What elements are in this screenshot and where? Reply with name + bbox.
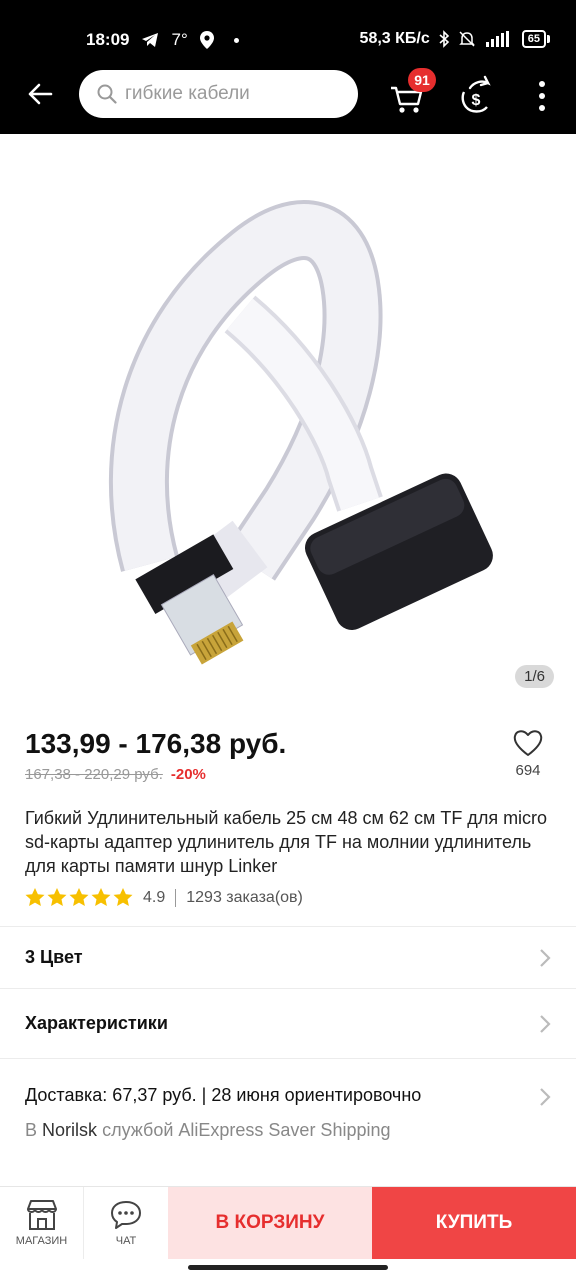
rating-divider [175, 888, 177, 907]
wishlist-count: 694 [515, 762, 541, 779]
cart-count-badge: 91 [408, 68, 436, 92]
more-dot-icon [539, 81, 545, 87]
cart-button[interactable]: 91 [388, 68, 436, 118]
home-indicator[interactable] [188, 1265, 388, 1270]
status-left: 18:09 7° [86, 30, 239, 50]
back-button[interactable] [20, 74, 60, 114]
delivery-details: В Norilsk службой AliExpress Saver Shipp… [25, 1120, 391, 1141]
bluetooth-icon [439, 30, 449, 48]
delivery-prefix: В [25, 1120, 38, 1140]
delivery-city: Norilsk [42, 1120, 98, 1140]
search-icon [97, 84, 117, 104]
location-icon [199, 31, 214, 49]
delivery-row[interactable]: Доставка: 67,37 руб. | 28 июня ориентиро… [0, 1058, 576, 1166]
color-label: 3 Цвет [25, 947, 83, 967]
rating-row[interactable]: 4.9 1293 заказа(ов) [25, 888, 303, 907]
status-temperature: 7° [171, 30, 188, 49]
chat-button[interactable]: ЧАТ [84, 1187, 168, 1259]
rating-stars [25, 888, 133, 907]
delivery-service: службой AliExpress Saver Shipping [102, 1120, 391, 1140]
specs-label: Характеристики [25, 1013, 168, 1033]
store-icon [26, 1200, 57, 1230]
chat-icon [111, 1201, 141, 1229]
buy-now-button[interactable]: КУПИТЬ [372, 1187, 576, 1259]
chevron-right-icon [540, 1088, 551, 1106]
star-icon [91, 888, 111, 906]
star-icon [25, 888, 45, 906]
signal-icon [485, 31, 509, 47]
heart-icon [513, 730, 543, 756]
arrow-left-icon [28, 83, 53, 105]
chat-label: ЧАТ [115, 1235, 137, 1247]
product-image-gallery[interactable]: 1/6 [0, 134, 576, 704]
color-selector-row[interactable]: 3 Цвет [0, 926, 576, 988]
old-price-row: 167,38 - 220,29 руб. -20% [25, 766, 206, 783]
star-icon [69, 888, 89, 906]
search-box[interactable] [79, 70, 358, 118]
rating-value: 4.9 [143, 888, 166, 906]
product-title: Гибкий Удлинительный кабель 25 см 48 см … [25, 808, 548, 876]
chevron-right-icon [540, 1015, 551, 1033]
battery-level: 65 [521, 30, 546, 48]
discount-badge: -20% [170, 766, 206, 783]
bottom-action-bar: МАГАЗИН ЧАТ В КОРЗИНУ КУПИТЬ [0, 1186, 576, 1259]
specifications-row[interactable]: Характеристики [0, 988, 576, 1058]
share-earn-button[interactable]: $ [456, 74, 496, 116]
star-icon [47, 888, 67, 906]
delivery-label: Доставка: 67,37 руб. | 28 июня ориентиро… [25, 1085, 422, 1105]
more-menu-button[interactable] [530, 78, 554, 114]
top-header: 91 $ [0, 60, 576, 134]
search-input[interactable] [125, 83, 345, 105]
chevron-right-icon [540, 949, 551, 967]
store-button[interactable]: МАГАЗИН [0, 1187, 84, 1259]
store-label: МАГАЗИН [15, 1235, 68, 1247]
status-time: 18:09 [86, 30, 130, 49]
status-network-speed: 58,3 КБ/с [359, 30, 430, 47]
mute-bell-icon [458, 31, 475, 47]
battery-icon: 65 [521, 30, 550, 48]
star-icon [113, 888, 133, 906]
old-price: 167,38 - 220,29 руб. [25, 766, 163, 783]
wishlist-button[interactable]: 694 [508, 728, 548, 779]
orders-count: 1293 заказа(ов) [186, 888, 303, 906]
share-dollar-icon: $ [461, 75, 491, 113]
product-price: 133,99 - 176,38 руб. [25, 728, 287, 759]
status-right: 58,3 КБ/с 65 [360, 30, 550, 48]
image-counter: 1/6 [515, 665, 554, 688]
telegram-icon [142, 33, 159, 47]
status-dot-icon [233, 37, 239, 43]
svg-text:$: $ [472, 92, 481, 109]
product-photo [108, 200, 493, 665]
add-to-cart-button[interactable]: В КОРЗИНУ [168, 1187, 372, 1259]
